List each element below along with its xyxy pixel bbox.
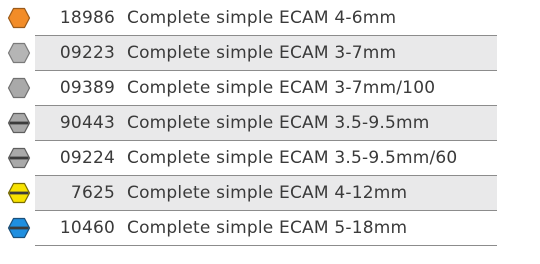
list-item: 7625 Complete simple ECAM 4-12mm bbox=[0, 176, 540, 211]
list-item: 09224 Complete simple ECAM 3.5-9.5mm/60 bbox=[0, 141, 540, 176]
item-description: Complete simple ECAM 3-7mm bbox=[127, 43, 397, 63]
orange-hexagon-icon bbox=[7, 7, 31, 29]
item-description: Complete simple ECAM 3-7mm/100 bbox=[127, 78, 436, 98]
item-description: Complete simple ECAM 5-18mm bbox=[127, 218, 408, 238]
item-code: 10460 bbox=[59, 218, 115, 238]
item-code: 7625 bbox=[70, 183, 115, 203]
grey-hexagon-icon bbox=[7, 77, 31, 99]
item-description: Complete simple ECAM 4-12mm bbox=[127, 183, 408, 203]
item-code: 90443 bbox=[59, 113, 115, 133]
grey-banded-hexagon-icon bbox=[7, 112, 31, 134]
row-divider bbox=[35, 245, 497, 246]
item-code: 09223 bbox=[59, 43, 115, 63]
grey-hexagon-icon bbox=[7, 42, 31, 64]
item-code: 09224 bbox=[59, 148, 115, 168]
item-description: Complete simple ECAM 4-6mm bbox=[127, 8, 397, 28]
list-item: 10460 Complete simple ECAM 5-18mm bbox=[0, 211, 540, 246]
grey-banded-hexagon-icon bbox=[7, 147, 31, 169]
item-description: Complete simple ECAM 3.5-9.5mm/60 bbox=[127, 148, 458, 168]
item-code: 09389 bbox=[59, 78, 115, 98]
list-item: 09389 Complete simple ECAM 3-7mm/100 bbox=[0, 71, 540, 106]
item-code: 18986 bbox=[59, 8, 115, 28]
yellow-banded-hexagon-icon bbox=[7, 182, 31, 204]
ecam-list: 18986 Complete simple ECAM 4-6mm 09223 C… bbox=[0, 0, 540, 264]
list-item: 09223 Complete simple ECAM 3-7mm bbox=[0, 36, 540, 71]
list-item: 18986 Complete simple ECAM 4-6mm bbox=[0, 1, 540, 36]
list-item: 90443 Complete simple ECAM 3.5-9.5mm bbox=[0, 106, 540, 141]
item-description: Complete simple ECAM 3.5-9.5mm bbox=[127, 113, 430, 133]
blue-banded-hexagon-icon bbox=[7, 217, 31, 239]
